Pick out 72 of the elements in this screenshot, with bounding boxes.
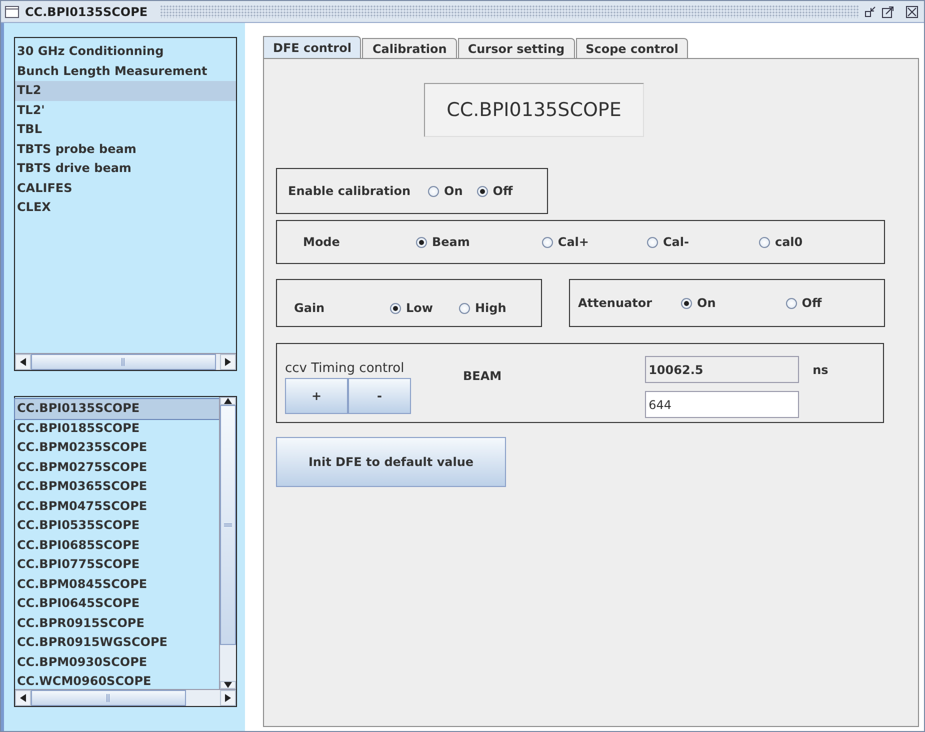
- radio-option[interactable]: Cal-: [646, 235, 689, 249]
- step-button[interactable]: -: [348, 378, 411, 414]
- tab[interactable]: Scope control: [576, 38, 688, 58]
- unit-label: ns: [812, 363, 828, 379]
- area-list-item[interactable]: TL2': [15, 100, 236, 120]
- readout-field[interactable]: 10062.5: [644, 356, 799, 383]
- radio-option[interactable]: On: [681, 296, 716, 310]
- scroll-arrow-button[interactable]: [220, 681, 236, 689]
- scroll-arrow-button[interactable]: [15, 690, 31, 706]
- device-list-item[interactable]: CC.BPR0915SCOPE: [15, 614, 219, 633]
- radio-option[interactable]: Off: [476, 184, 513, 198]
- scroll-arrow-button[interactable]: [220, 690, 236, 706]
- device-list-item[interactable]: CC.BPI0135SCOPE: [15, 399, 219, 418]
- scroll-arrow-button[interactable]: [15, 354, 31, 370]
- area-list-item[interactable]: TBTS probe beam: [15, 140, 236, 159]
- area-list-item[interactable]: Bunch Length Measurement: [15, 62, 236, 81]
- radio-option[interactable]: Low: [390, 301, 433, 315]
- scroll-arrow-button[interactable]: [220, 354, 236, 370]
- device-list-item[interactable]: CC.BPI0685SCOPE: [15, 536, 219, 555]
- init-button[interactable]: Init DFE to default value: [276, 437, 506, 487]
- device-list-item[interactable]: CC.WCM0960SCOPE: [15, 672, 219, 692]
- tab[interactable]: Calibration: [362, 38, 457, 58]
- horizontal-scrollbar[interactable]: [15, 689, 236, 706]
- area-list-item[interactable]: CALIFES: [15, 178, 236, 198]
- device-list-item[interactable]: CC.BPM0365SCOPE: [15, 477, 219, 496]
- radio-option[interactable]: Off: [786, 296, 822, 310]
- group-label: Gain: [294, 301, 326, 315]
- radio-option[interactable]: Beam: [416, 235, 470, 249]
- device-list-item[interactable]: CC.BPM0235SCOPE: [15, 438, 219, 458]
- device-list-item[interactable]: CC.BPM0275SCOPE: [15, 458, 219, 477]
- device-list-item[interactable]: CC.BPR0915WGSCOPE: [15, 633, 219, 652]
- device-list-item[interactable]: CC.BPM0475SCOPE: [15, 496, 219, 516]
- horizontal-scrollbar[interactable]: [15, 353, 236, 370]
- tab[interactable]: Cursor setting: [458, 38, 575, 58]
- right-arrow-icon: [225, 358, 231, 366]
- right-arrow-icon: [225, 694, 231, 702]
- group-label: Enable calibration: [288, 184, 412, 198]
- timing-label: ccv Timing control: [285, 361, 406, 376]
- left-arrow-icon: [20, 358, 26, 366]
- scrollbar-thumb[interactable]: [31, 690, 186, 706]
- close-icon[interactable]: [906, 6, 918, 18]
- area-list-item[interactable]: CLEX: [15, 198, 236, 218]
- area-list-item[interactable]: TL2: [15, 81, 236, 100]
- minimize-icon[interactable]: [865, 6, 876, 17]
- down-arrow-icon: [224, 682, 232, 688]
- device-list-item[interactable]: CC.BPI0535SCOPE: [15, 516, 219, 536]
- maximize-icon[interactable]: [882, 6, 894, 18]
- device-list-item[interactable]: CC.BPI0185SCOPE: [15, 418, 219, 438]
- radio-option[interactable]: High: [458, 301, 506, 315]
- radio-option[interactable]: On: [428, 184, 463, 198]
- value-input-field[interactable]: 644: [644, 391, 799, 418]
- device-header-field: CC.BPI0135SCOPE: [424, 83, 644, 137]
- area-list-item[interactable]: 30 GHz Conditionning: [15, 42, 236, 62]
- tab[interactable]: DFE control: [263, 36, 362, 58]
- left-arrow-icon: [20, 694, 26, 702]
- device-list-item[interactable]: CC.BPM0845SCOPE: [15, 574, 219, 594]
- group-label: Attenuator: [578, 296, 653, 310]
- step-button[interactable]: +: [285, 378, 348, 414]
- device-list-item[interactable]: CC.BPI0775SCOPE: [15, 555, 219, 574]
- window-icon: [5, 6, 19, 18]
- scrollbar-thumb[interactable]: [220, 405, 236, 645]
- group-label: Mode: [303, 235, 341, 249]
- scroll-arrow-button[interactable]: [220, 397, 236, 405]
- device-list-item[interactable]: CC.BPI0645SCOPE: [15, 594, 219, 614]
- scrollbar-thumb[interactable]: [31, 354, 216, 370]
- area-list-item[interactable]: TBL: [15, 120, 236, 140]
- area-list-item[interactable]: TBTS drive beam: [15, 159, 236, 178]
- radio-option[interactable]: cal0: [758, 235, 803, 249]
- radio-option[interactable]: Cal+: [542, 235, 589, 249]
- vertical-scrollbar[interactable]: [219, 397, 236, 689]
- device-list-item[interactable]: CC.BPM0930SCOPE: [15, 652, 219, 672]
- timing-mode: BEAM: [463, 369, 502, 385]
